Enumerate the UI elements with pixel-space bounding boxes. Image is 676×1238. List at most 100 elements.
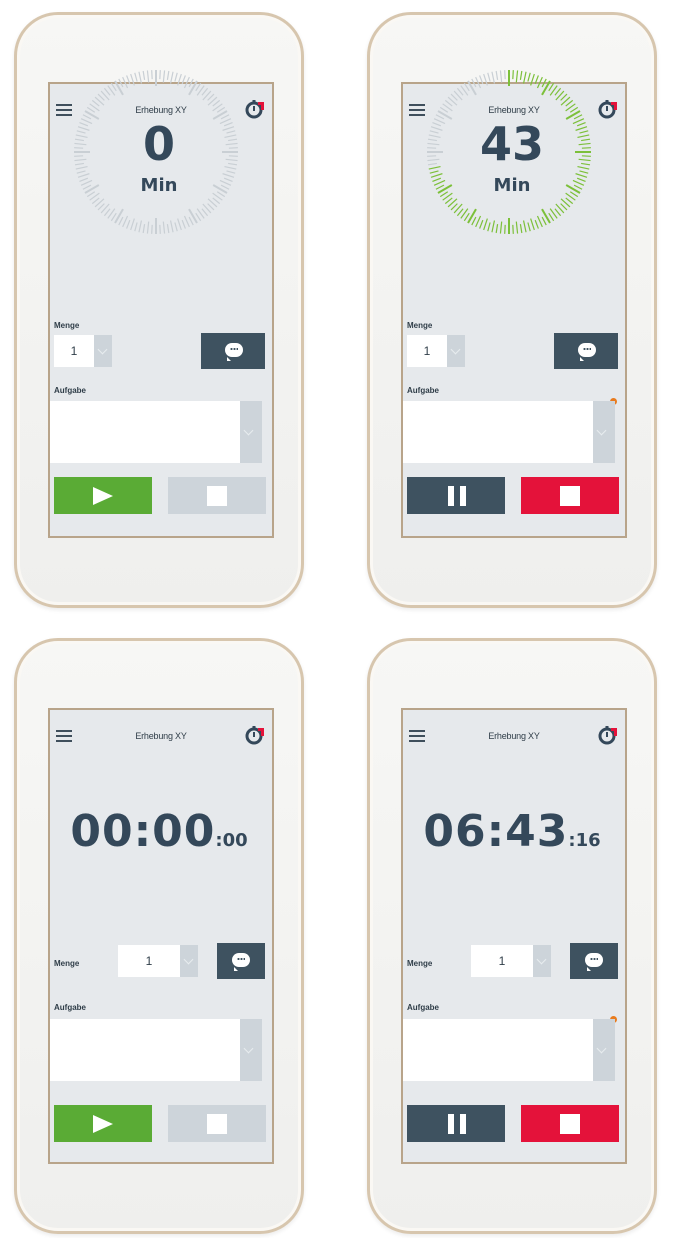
aufgabe-dropdown-arrow[interactable] <box>593 1019 615 1081</box>
timer-clock: 06:43:16 <box>370 806 654 857</box>
dial-tick <box>76 170 86 174</box>
dial-tick <box>522 71 527 84</box>
dial-tick <box>174 72 178 82</box>
dial-tick <box>142 224 146 234</box>
dial-tick <box>475 76 482 89</box>
stop-icon <box>560 1114 580 1134</box>
dial-value: 0 <box>142 117 175 171</box>
dial-tick <box>541 216 547 226</box>
dial-tick <box>162 221 166 234</box>
timer-fraction: :00 <box>215 830 248 851</box>
play-button[interactable] <box>54 1105 152 1142</box>
dial-tick <box>177 73 182 86</box>
dial-tick <box>110 212 117 222</box>
phone-clock-running: Erhebung XY 06:43:16 Menge 1 Aufgabe <box>367 638 657 1234</box>
dial-tick <box>569 106 579 113</box>
dial-tick <box>541 80 551 96</box>
stop-icon <box>207 486 227 506</box>
dial-tick <box>519 224 523 234</box>
timer-fraction: :16 <box>568 830 601 851</box>
chat-bubble-icon <box>232 953 250 971</box>
dial-unit: Min <box>493 175 531 196</box>
menge-input[interactable]: 1 <box>407 335 447 367</box>
dial-tick <box>456 208 464 217</box>
aufgabe-dropdown-arrow[interactable] <box>240 401 262 463</box>
stop-button[interactable] <box>521 1105 619 1142</box>
dial-tick <box>579 170 589 174</box>
dial-tick <box>548 212 555 222</box>
menge-label: Menge <box>54 321 80 330</box>
dial-tick <box>463 82 470 92</box>
dial-tick <box>86 106 96 113</box>
dial-tick <box>554 208 562 217</box>
dial-tick <box>188 78 194 88</box>
menge-dropdown-arrow[interactable] <box>447 335 465 367</box>
stop-button[interactable] <box>521 477 619 514</box>
menge-input[interactable]: 1 <box>471 945 533 977</box>
dial-tick <box>444 99 453 107</box>
aufgabe-input[interactable] <box>403 401 593 463</box>
timer-main: 06:43 <box>423 806 569 857</box>
stop-icon <box>560 486 580 506</box>
dial-tick <box>499 221 503 234</box>
comment-button[interactable] <box>217 943 265 979</box>
play-icon <box>93 487 113 505</box>
dial-tick <box>130 218 135 231</box>
pause-button[interactable] <box>407 1105 505 1142</box>
dial-tick <box>126 75 131 85</box>
dial-tick <box>97 203 105 211</box>
dial-tick <box>483 218 488 231</box>
dial-tick <box>97 93 105 101</box>
dial-tick <box>541 208 551 224</box>
play-button[interactable] <box>54 477 152 514</box>
dial-tick <box>479 75 484 85</box>
dial-tick <box>515 70 519 83</box>
aufgabe-input[interactable] <box>50 401 240 463</box>
comment-button[interactable] <box>570 943 618 979</box>
dial-tick <box>471 216 477 226</box>
dial-tick <box>212 197 221 205</box>
menge-dropdown-arrow[interactable] <box>533 945 551 977</box>
dial-tick <box>174 222 178 232</box>
dial-tick <box>212 99 221 107</box>
stop-button-disabled[interactable] <box>168 1105 266 1142</box>
dial-tick <box>491 220 496 233</box>
aufgabe-input[interactable] <box>50 1019 240 1081</box>
menge-input[interactable]: 1 <box>54 335 94 367</box>
dial-tick <box>491 71 496 84</box>
dial-tick <box>103 87 111 96</box>
dial-tick <box>103 208 111 217</box>
dial-tick <box>560 93 568 101</box>
dial-tick <box>201 208 209 217</box>
dial-tick <box>216 106 226 113</box>
aufgabe-label: Aufgabe <box>54 1003 86 1012</box>
menge-dropdown-arrow[interactable] <box>180 945 198 977</box>
comment-button[interactable] <box>201 333 265 369</box>
chat-bubble-icon <box>585 953 603 971</box>
dial-tick <box>183 76 190 89</box>
dial-tick <box>188 216 194 226</box>
dial-tick <box>122 215 129 228</box>
dial-tick <box>114 80 124 96</box>
dial-tick <box>522 220 527 233</box>
aufgabe-dropdown-arrow[interactable] <box>593 401 615 463</box>
menge-input[interactable]: 1 <box>118 945 180 977</box>
dial-tick <box>527 72 531 82</box>
aufgabe-input[interactable] <box>403 1019 593 1081</box>
dial-tick <box>499 70 503 83</box>
dial-tick <box>146 221 150 234</box>
pause-button[interactable] <box>407 477 505 514</box>
stop-button-disabled[interactable] <box>168 477 266 514</box>
dial-tick <box>122 76 129 89</box>
dial-tick <box>439 106 449 113</box>
menge-dropdown-arrow[interactable] <box>94 335 112 367</box>
dial-tick <box>463 212 470 222</box>
dial-tick <box>130 73 135 86</box>
dial-tick <box>138 220 143 233</box>
comment-button[interactable] <box>554 333 618 369</box>
dial-tick <box>146 70 150 83</box>
dial-tick <box>207 93 215 101</box>
aufgabe-dropdown-arrow[interactable] <box>240 1019 262 1081</box>
dial-tick <box>554 87 562 96</box>
dial-tick <box>188 80 198 96</box>
